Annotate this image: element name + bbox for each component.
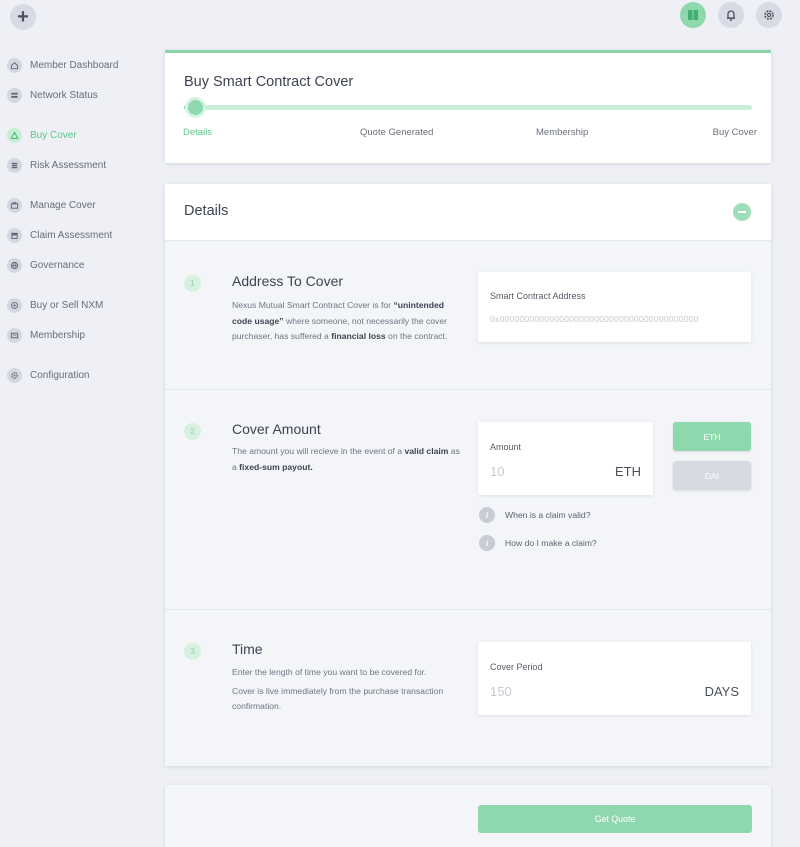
sidebar-item-label: Network Status bbox=[30, 89, 98, 101]
add-button[interactable]: + bbox=[10, 4, 36, 30]
description-line: Cover is live immediately from the purch… bbox=[232, 685, 444, 712]
quote-card: Get Quote bbox=[165, 785, 771, 847]
field-label: Amount bbox=[490, 442, 522, 452]
gear-icon[interactable] bbox=[756, 2, 782, 28]
sidebar-item-buy-or-sell-nxm[interactable]: Buy or Sell NXM bbox=[0, 290, 150, 320]
plus-icon: + bbox=[17, 6, 29, 28]
progress-steps: Details Quote Generated Membership Buy C… bbox=[165, 127, 771, 141]
address-placeholder: 0x00000000000000000000000000000000000000… bbox=[490, 314, 699, 324]
description-text: on the contract. bbox=[385, 331, 448, 341]
help-link-make-claim[interactable]: i How do I make a claim? bbox=[479, 535, 597, 551]
progress-track bbox=[184, 105, 752, 110]
progress-knob bbox=[188, 100, 203, 115]
cog-icon bbox=[7, 367, 22, 383]
details-card: Details 1 Address To Cover Nexus Mutual … bbox=[165, 184, 771, 766]
sidebar-group: Buy Cover Risk Assessment bbox=[0, 120, 150, 180]
help-link-claim-valid[interactable]: i When is a claim valid? bbox=[479, 507, 591, 523]
collapse-button[interactable] bbox=[733, 203, 751, 221]
description-emphasis: fixed-sum payout. bbox=[239, 461, 313, 472]
sidebar-item-label: Configuration bbox=[30, 369, 90, 381]
get-quote-button[interactable]: Get Quote bbox=[478, 805, 752, 833]
cover-period-placeholder: 150 bbox=[490, 684, 512, 699]
globe-icon bbox=[7, 257, 22, 273]
archive-icon bbox=[7, 227, 22, 243]
section-description: The amount you will recieve in the event… bbox=[232, 444, 464, 475]
section-title: Cover Amount bbox=[232, 421, 321, 437]
top-icon-bar bbox=[680, 2, 782, 28]
id-card-icon bbox=[7, 327, 22, 343]
description-text: The amount you will recieve in the event… bbox=[232, 446, 405, 456]
section-address: 1 Address To Cover Nexus Mutual Smart Co… bbox=[165, 241, 771, 390]
cover-period-field[interactable]: Cover Period 150 DAYS bbox=[478, 642, 751, 715]
sidebar-item-label: Risk Assessment bbox=[30, 159, 107, 171]
description-line: Enter the length of time you want to be … bbox=[232, 667, 427, 677]
section-description: Enter the length of time you want to be … bbox=[232, 665, 472, 715]
description-emphasis: valid claim bbox=[404, 446, 449, 456]
sidebar-item-risk-assessment[interactable]: Risk Assessment bbox=[0, 150, 150, 180]
step-quote-generated: Quote Generated bbox=[360, 127, 434, 138]
amount-unit: ETH bbox=[615, 464, 641, 479]
step-number-badge: 1 bbox=[184, 275, 201, 292]
amount-field[interactable]: Amount 10 ETH bbox=[478, 422, 653, 495]
step-buy-cover: Buy Cover bbox=[712, 127, 757, 138]
server-icon bbox=[7, 87, 22, 103]
book-icon[interactable] bbox=[680, 2, 706, 28]
dai-button[interactable]: DAI bbox=[673, 461, 751, 490]
info-icon: i bbox=[479, 535, 495, 551]
sidebar-group: Manage Cover Claim Assessment Governance bbox=[0, 190, 150, 280]
cover-period-unit: DAYS bbox=[704, 684, 739, 699]
description-emphasis: financial loss bbox=[331, 331, 386, 341]
sidebar-item-member-dashboard[interactable]: Member Dashboard bbox=[0, 50, 150, 80]
sidebar: Member Dashboard Network Status Buy Cover R… bbox=[0, 50, 150, 400]
briefcase-icon bbox=[7, 197, 22, 213]
section-time: 3 Time Enter the length of time you want… bbox=[165, 610, 771, 766]
sidebar-item-claim-assessment[interactable]: Claim Assessment bbox=[0, 220, 150, 250]
sidebar-item-label: Buy or Sell NXM bbox=[30, 299, 104, 311]
stack-icon bbox=[7, 157, 22, 173]
coins-icon bbox=[7, 297, 22, 313]
section-amount: 2 Cover Amount The amount you will recie… bbox=[165, 390, 771, 610]
section-title: Time bbox=[232, 641, 263, 657]
sidebar-item-label: Claim Assessment bbox=[30, 229, 113, 241]
details-header: Details bbox=[165, 184, 771, 241]
details-title: Details bbox=[184, 203, 229, 219]
page-title: Buy Smart Contract Cover bbox=[184, 74, 354, 90]
step-details[interactable]: Details bbox=[183, 127, 212, 138]
sidebar-item-label: Buy Cover bbox=[30, 129, 77, 141]
sidebar-item-label: Membership bbox=[30, 329, 86, 341]
section-title: Address To Cover bbox=[232, 273, 344, 289]
home-icon bbox=[7, 57, 22, 73]
sidebar-item-label: Member Dashboard bbox=[30, 59, 119, 71]
step-number-badge: 2 bbox=[184, 423, 201, 440]
sidebar-item-label: Manage Cover bbox=[30, 199, 96, 211]
description-text: Nexus Mutual Smart Contract Cover is for bbox=[232, 300, 394, 310]
sidebar-item-governance[interactable]: Governance bbox=[0, 250, 150, 280]
amount-placeholder: 10 bbox=[490, 464, 505, 479]
bell-icon[interactable] bbox=[718, 2, 744, 28]
sidebar-item-label: Governance bbox=[30, 259, 85, 271]
sidebar-group: Buy or Sell NXM Membership bbox=[0, 290, 150, 350]
step-membership: Membership bbox=[536, 127, 589, 138]
help-link-label: How do I make a claim? bbox=[505, 538, 597, 548]
eth-button[interactable]: ETH bbox=[673, 422, 751, 451]
warning-triangle-icon bbox=[7, 127, 22, 143]
sidebar-group: Configuration bbox=[0, 360, 150, 390]
sidebar-item-buy-cover[interactable]: Buy Cover bbox=[0, 120, 150, 150]
buy-cover-header-card: Buy Smart Contract Cover Details Quote G… bbox=[165, 50, 771, 163]
sidebar-group: Member Dashboard Network Status bbox=[0, 50, 150, 110]
section-description: Nexus Mutual Smart Contract Cover is for… bbox=[232, 298, 464, 345]
sidebar-item-network-status[interactable]: Network Status bbox=[0, 80, 150, 110]
field-label: Cover Period bbox=[490, 662, 543, 672]
sidebar-item-membership[interactable]: Membership bbox=[0, 320, 150, 350]
help-link-label: When is a claim valid? bbox=[505, 510, 591, 520]
field-label: Smart Contract Address bbox=[490, 291, 586, 301]
sidebar-item-manage-cover[interactable]: Manage Cover bbox=[0, 190, 150, 220]
info-icon: i bbox=[479, 507, 495, 523]
sidebar-item-configuration[interactable]: Configuration bbox=[0, 360, 150, 390]
step-number-badge: 3 bbox=[184, 643, 201, 660]
smart-contract-address-field[interactable]: Smart Contract Address 0x000000000000000… bbox=[478, 272, 751, 342]
